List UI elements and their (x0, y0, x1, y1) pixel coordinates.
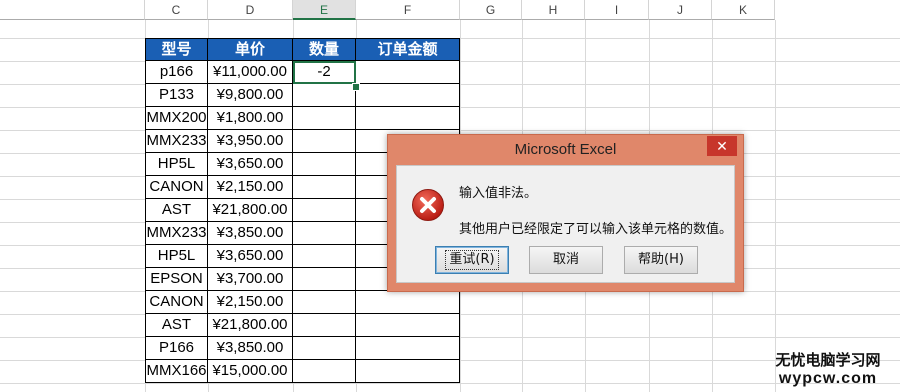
table-cell[interactable]: ¥11,000.00 (208, 61, 293, 84)
gridline-horizontal (0, 383, 900, 384)
table-cell[interactable] (293, 291, 356, 314)
table-cell[interactable] (293, 314, 356, 337)
cancel-button[interactable]: 取消 (529, 246, 603, 274)
column-header-e[interactable]: E (293, 0, 356, 20)
column-header-k[interactable]: K (712, 0, 775, 20)
table-cell[interactable] (293, 245, 356, 268)
help-button[interactable]: 帮助(H) (624, 246, 698, 274)
table-cell[interactable] (293, 107, 356, 130)
table-cell[interactable]: ¥15,000.00 (208, 360, 293, 383)
column-header-j[interactable]: J (649, 0, 712, 20)
column-header-f[interactable]: F (356, 0, 460, 20)
close-icon[interactable]: ✕ (707, 136, 737, 156)
table-cell[interactable] (293, 360, 356, 383)
table-cell[interactable]: P133 (145, 84, 208, 107)
table-cell[interactable] (356, 337, 460, 360)
table-cell[interactable]: ¥1,800.00 (208, 107, 293, 130)
column-header-d[interactable]: D (208, 0, 293, 20)
table-cell[interactable] (293, 337, 356, 360)
table-cell[interactable]: ¥21,800.00 (208, 199, 293, 222)
table-cell[interactable]: AST (145, 314, 208, 337)
active-cell[interactable]: -2 (293, 61, 356, 84)
error-dialog: Microsoft Excel ✕ 输入值非法。 其他用户已经限定了可以输入该单… (387, 134, 744, 292)
table-cell[interactable]: CANON (145, 291, 208, 314)
table-cell[interactable] (356, 107, 460, 130)
table-cell[interactable] (293, 222, 356, 245)
table-cell[interactable]: ¥2,150.00 (208, 176, 293, 199)
table-header-cell[interactable]: 单价 (208, 38, 293, 61)
dialog-body: 输入值非法。 其他用户已经限定了可以输入该单元格的数值。 重试(R) 取消 帮助… (396, 165, 735, 283)
dialog-message-secondary: 其他用户已经限定了可以输入该单元格的数值。 (459, 222, 733, 237)
table-cell[interactable]: ¥9,800.00 (208, 84, 293, 107)
column-header-g[interactable]: G (460, 0, 522, 20)
retry-button-label: 重试(R) (445, 250, 499, 270)
retry-button[interactable]: 重试(R) (435, 246, 509, 274)
table-cell[interactable]: ¥3,650.00 (208, 153, 293, 176)
table-cell[interactable]: MMX233 (145, 222, 208, 245)
table-cell[interactable]: p166 (145, 61, 208, 84)
table-cell[interactable]: EPSON (145, 268, 208, 291)
site-watermark: 无忧电脑学习网 wypcw.com (768, 349, 888, 388)
table-cell[interactable]: ¥3,850.00 (208, 337, 293, 360)
table-header-cell[interactable]: 数量 (293, 38, 356, 61)
column-header-b[interactable] (0, 0, 145, 20)
table-cell[interactable]: AST (145, 199, 208, 222)
table-cell[interactable]: HP5L (145, 245, 208, 268)
table-cell[interactable] (293, 176, 356, 199)
table-header-cell[interactable]: 订单金额 (356, 38, 460, 61)
cancel-button-label: 取消 (552, 252, 579, 267)
table-header-cell[interactable]: 型号 (145, 38, 208, 61)
table-cell[interactable]: HP5L (145, 153, 208, 176)
fill-handle[interactable] (352, 83, 360, 91)
table-cell[interactable] (293, 153, 356, 176)
table-cell[interactable]: MMX233 (145, 130, 208, 153)
table-cell[interactable]: MMX166 (145, 360, 208, 383)
table-cell[interactable] (356, 314, 460, 337)
watermark-url: wypcw.com (778, 370, 878, 387)
error-icon (412, 189, 444, 221)
table-cell[interactable] (356, 84, 460, 107)
table-cell[interactable] (356, 291, 460, 314)
table-cell[interactable]: ¥2,150.00 (208, 291, 293, 314)
watermark-title: 无忧电脑学习网 (775, 351, 881, 369)
column-header-h[interactable]: H (522, 0, 585, 20)
column-header-i[interactable]: I (585, 0, 649, 20)
dialog-title: Microsoft Excel (514, 141, 617, 158)
table-cell[interactable]: ¥3,700.00 (208, 268, 293, 291)
table-cell[interactable] (293, 199, 356, 222)
table-cell[interactable]: ¥3,950.00 (208, 130, 293, 153)
table-cell[interactable]: P166 (145, 337, 208, 360)
table-cell[interactable]: ¥21,800.00 (208, 314, 293, 337)
table-cell[interactable]: MMX200 (145, 107, 208, 130)
dialog-message-primary: 输入值非法。 (459, 186, 538, 201)
table-cell[interactable] (293, 130, 356, 153)
table-cell[interactable] (293, 84, 356, 107)
table-cell[interactable] (356, 360, 460, 383)
table-cell[interactable] (293, 268, 356, 291)
help-button-label: 帮助(H) (638, 252, 684, 267)
table-cell[interactable]: ¥3,650.00 (208, 245, 293, 268)
table-cell[interactable]: CANON (145, 176, 208, 199)
table-cell[interactable]: ¥3,850.00 (208, 222, 293, 245)
table-cell[interactable] (356, 61, 460, 84)
column-header-c[interactable]: C (145, 0, 208, 20)
